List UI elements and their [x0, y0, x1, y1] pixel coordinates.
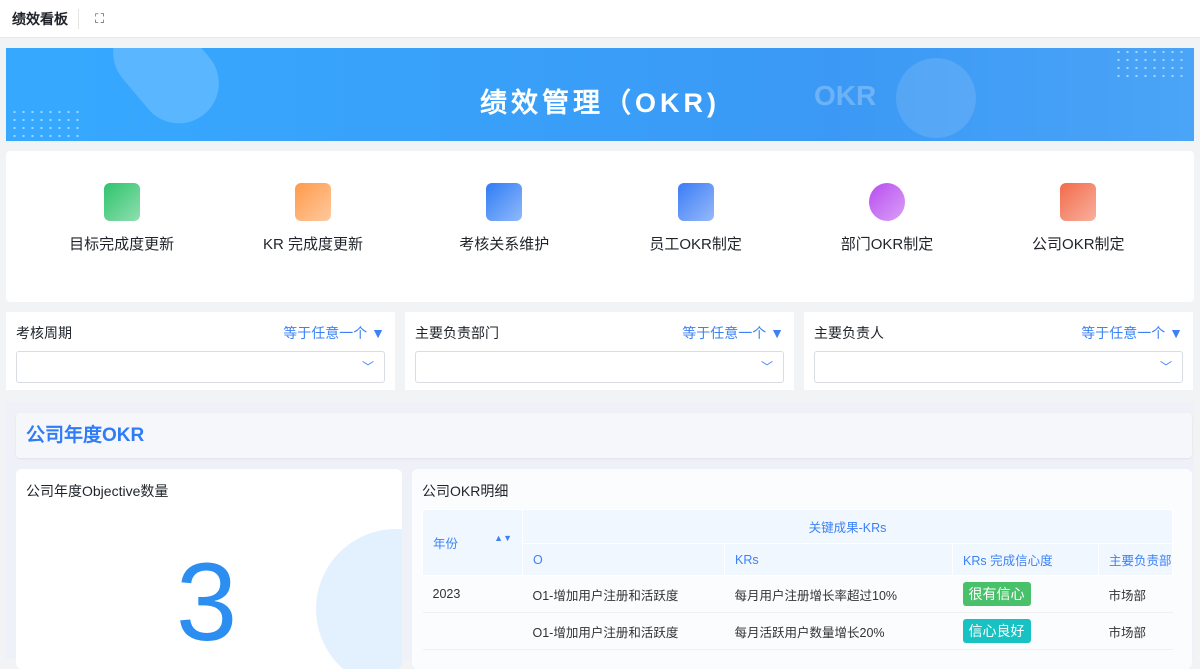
user-download-icon [486, 183, 523, 221]
quick-entry-label: 公司OKR制定 [1032, 236, 1125, 253]
card-title: 公司OKR明细 [422, 483, 509, 499]
cell-krs: 每月活跃用户数量增长20% [724, 612, 953, 650]
banner-title: 绩效管理（OKR) [480, 88, 720, 118]
confidence-badge: 信心良好 [962, 619, 1031, 643]
quick-entry-label: KR 完成度更新 [262, 236, 363, 253]
cell-krs: 每月用户注册增长率超过10% [724, 575, 953, 613]
column-header-dept: 主要负责部门 [1097, 543, 1174, 576]
okr-detail-table: 年份▲▼ 关键成果-KRs O KRs KRs 完成信心度 主要负责部门 202… [422, 509, 1174, 650]
okr-detail-card: 公司OKR明细 年份 ▲▼ 关键成果-KRs O KRs KRs 完成信心度 主要… [412, 469, 1192, 669]
filter-label: 主要负责人 [814, 325, 884, 341]
filter-operator-dropdown[interactable]: 等于任意一个 ▼ [1081, 323, 1183, 343]
chevron-down-icon: ﹀ [1159, 360, 1172, 374]
cell-o: O1-增加用户注册和活跃度 [522, 575, 725, 613]
filter-select[interactable]: ﹀ [16, 351, 385, 383]
filter-select[interactable]: ﹀ [814, 351, 1183, 383]
objective-count-card: 公司年度Objective数量 3 [16, 469, 402, 669]
banner: OKR 绩效管理（OKR) [6, 48, 1194, 141]
column-header-o: O [522, 543, 725, 576]
cell-dept: 市场部 [1098, 575, 1173, 613]
filter-1: 考核周期 等于任意一个 ▼ ﹀ [6, 312, 395, 390]
expand-icon[interactable]: ⛶ [95, 11, 104, 27]
column-header-year[interactable]: 年份 ▲▼ [422, 509, 523, 576]
document-icon [677, 183, 714, 221]
quick-entry-4[interactable]: 员工OKR制定 [606, 151, 786, 302]
chevron-down-icon: ﹀ [760, 360, 773, 374]
group-header: 关键成果-KRs [521, 509, 1174, 544]
table-row: 2023 O1-增加用户注册和活跃度 每月用户注册增长率超过10% 很有信心 市场部 [422, 575, 1173, 613]
cell-year [422, 612, 523, 650]
cell-o: O1-增加用户注册和活跃度 [522, 612, 725, 650]
quick-entry-label: 部门OKR制定 [840, 236, 934, 253]
quick-entry-5[interactable]: 部门OKR制定 [797, 151, 977, 302]
cell-dept: 市场部 [1098, 612, 1173, 650]
filter-label: 主要负责部门 [415, 325, 499, 341]
filter-label: 考核周期 [16, 325, 72, 341]
column-header-krs: KRs [724, 543, 953, 576]
filter-select[interactable]: ﹀ [415, 351, 784, 383]
confidence-badge: 很有信心 [962, 582, 1031, 606]
quick-entry-label: 考核关系维护 [459, 236, 550, 253]
decorative-circle [316, 529, 402, 669]
section-title: 公司年度OKR [16, 413, 1192, 458]
filter-operator-dropdown[interactable]: 等于任意一个 ▼ [682, 323, 784, 343]
company-okr-section: 公司年度OKR 公司年度Objective数量 3 公司OKR明细 年份 ▲▼ 关… [6, 402, 1194, 669]
objective-count-value: 3 [176, 541, 238, 664]
column-header-confidence: KRs 完成信心度 [952, 543, 1099, 576]
quick-entry-1[interactable]: 目标完成度更新 [32, 151, 212, 302]
envelope-icon [294, 183, 331, 221]
filter-operator-dropdown[interactable]: 等于任意一个 ▼ [283, 323, 385, 343]
top-header: 绩效看板 ⛶ [0, 0, 1200, 38]
quick-entry-panel: 目标完成度更新 KR 完成度更新 考核关系维护 员工OKR制定 部门OKR制定 公司OKR… [6, 151, 1194, 302]
quick-entry-2[interactable]: KR 完成度更新 [223, 151, 403, 302]
chevron-down-icon: ﹀ [361, 360, 374, 374]
quick-entry-label: 员工OKR制定 [649, 236, 742, 253]
card-title: 公司年度Objective数量 [26, 483, 169, 499]
filter-2: 主要负责部门 等于任意一个 ▼ ﹀ [405, 312, 794, 390]
dashboard-title: 绩效看板 [0, 8, 79, 29]
filter-3: 主要负责人 等于任意一个 ▼ ﹀ [804, 312, 1193, 390]
bookmark-icon [103, 183, 140, 221]
table-row: O1-增加用户注册和活跃度 每月活跃用户数量增长20% 信心良好 市场部 [422, 612, 1173, 650]
quick-entry-6[interactable]: 公司OKR制定 [988, 151, 1168, 302]
chart-icon [868, 183, 905, 221]
quick-entry-label: 目标完成度更新 [69, 236, 175, 253]
cell-year: 2023 [422, 575, 523, 613]
quick-entry-3[interactable]: 考核关系维护 [414, 151, 594, 302]
flag-icon [1060, 183, 1097, 221]
banner-dots [1114, 48, 1184, 78]
